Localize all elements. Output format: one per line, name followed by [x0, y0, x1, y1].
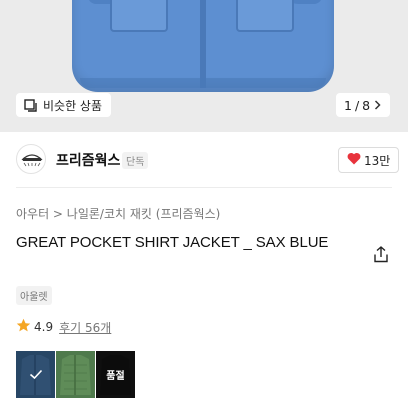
- color-option-blue[interactable]: [16, 351, 55, 398]
- swatch-shirt-green: [60, 355, 91, 395]
- counter-total: 8: [362, 97, 371, 113]
- checkmark-icon: [29, 365, 43, 384]
- share-icon: [373, 246, 389, 267]
- color-option-black[interactable]: 품절: [96, 351, 135, 398]
- brand-logo[interactable]: [16, 144, 46, 174]
- counter-current: 1: [344, 97, 352, 113]
- divider: [16, 187, 392, 188]
- exclusive-badge: 단독: [122, 152, 149, 169]
- similar-products-label: 비슷한 상품: [43, 98, 103, 113]
- selected-overlay: [16, 351, 55, 398]
- product-photo-placket: [200, 0, 206, 88]
- product-title: GREAT POCKET SHIRT JACKET _ SAX BLUE: [16, 234, 329, 251]
- product-photo-pocket-right: [236, 0, 294, 32]
- share-button[interactable]: [373, 246, 391, 264]
- color-option-green[interactable]: [56, 351, 95, 398]
- rating-value: 4.9: [34, 320, 54, 334]
- chevron-right-icon: [373, 98, 382, 113]
- outlet-badge: 아울렛: [16, 286, 52, 305]
- brand-name[interactable]: 프리즘웍스: [56, 150, 120, 170]
- product-image-gallery[interactable]: 비슷한 상품 1 / 8: [0, 0, 408, 132]
- sold-out-label: 품절: [96, 351, 135, 398]
- star-icon: [16, 318, 31, 336]
- like-count: 13만: [364, 153, 391, 168]
- rating-row: 4.9 후기 56개: [16, 318, 111, 336]
- heart-icon: [347, 152, 361, 168]
- product-photo-hem: [80, 78, 326, 88]
- color-options: 품절: [16, 351, 135, 398]
- like-button[interactable]: 13만: [338, 147, 400, 173]
- similar-products-button[interactable]: 비슷한 상품: [16, 93, 112, 117]
- category-breadcrumb[interactable]: 아우터 > 나일론/코치 재킷 (프리즘웍스): [16, 205, 220, 222]
- counter-separator: /: [354, 97, 360, 113]
- brand-row: 프리즘웍스 단독 13만: [0, 140, 408, 180]
- image-counter[interactable]: 1 / 8: [336, 93, 391, 117]
- product-photo-pocket-left: [110, 0, 168, 32]
- similar-items-icon: [24, 98, 37, 112]
- reviews-link[interactable]: 후기 56개: [59, 319, 111, 336]
